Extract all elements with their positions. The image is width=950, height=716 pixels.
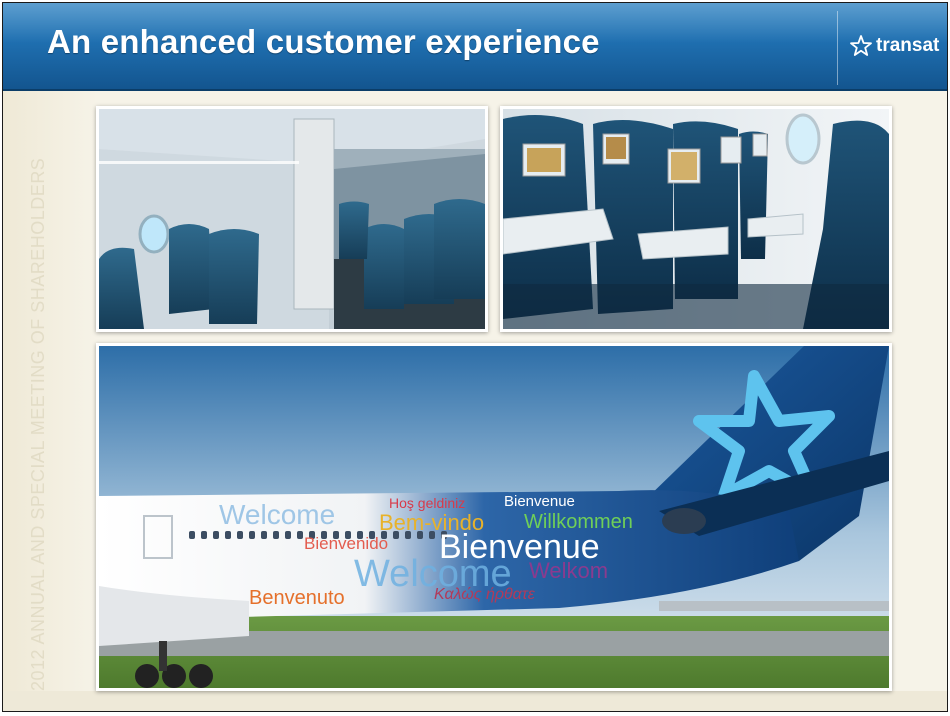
tail-word: Bienvenido bbox=[304, 534, 388, 553]
logo-divider bbox=[837, 11, 838, 85]
bottom-band bbox=[3, 691, 947, 711]
star-icon bbox=[850, 35, 872, 56]
left-decor bbox=[3, 91, 98, 711]
seatback-screens-photo bbox=[500, 106, 892, 332]
transat-logo: transat bbox=[849, 34, 939, 58]
aircraft-livery-photo: Hoş geldiniz Bienvenue Welcome Bem-vindo… bbox=[96, 343, 892, 691]
tail-word: Welkom bbox=[529, 558, 608, 583]
slide: An enhanced customer experience transat … bbox=[2, 2, 948, 712]
tail-word: Hoş geldiniz bbox=[389, 495, 465, 511]
tail-word: Benvenuto bbox=[249, 587, 345, 609]
slide-header: An enhanced customer experience transat bbox=[3, 3, 947, 91]
tail-word: Καλώς ήρθατε bbox=[434, 586, 536, 603]
logo-text: transat bbox=[876, 35, 940, 56]
tail-word: Welcome bbox=[219, 499, 335, 530]
cabin-interior-photo bbox=[96, 106, 488, 332]
tail-word: Bienvenue bbox=[504, 493, 575, 510]
slide-title: An enhanced customer experience bbox=[47, 23, 600, 60]
